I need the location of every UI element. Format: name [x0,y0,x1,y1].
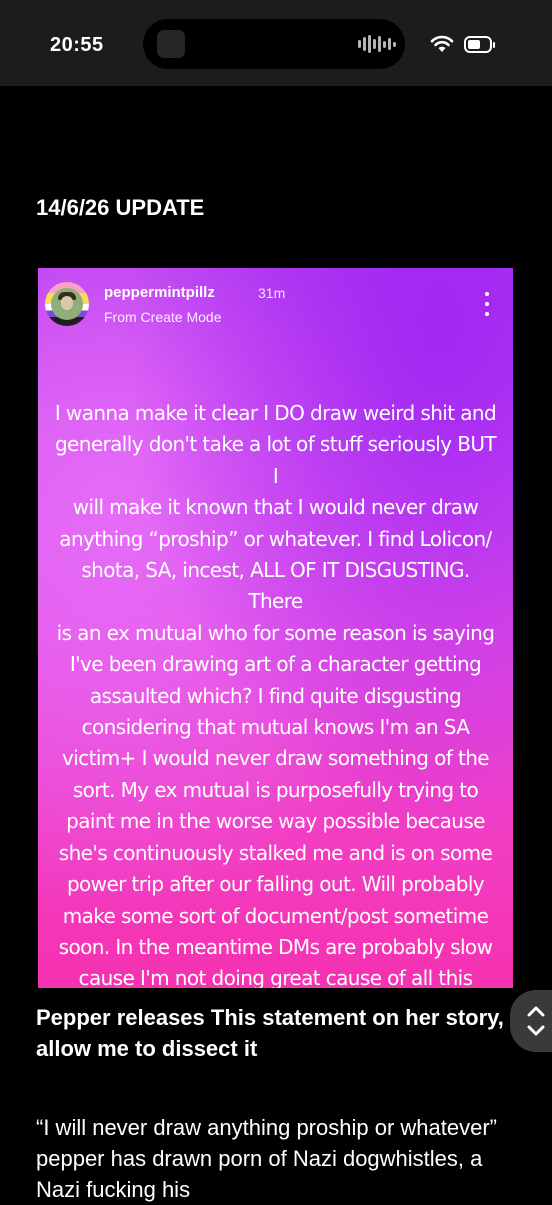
post-headline: 14/6/26 UPDATE [36,195,205,220]
scroll-navigation-button[interactable] [510,990,552,1052]
story-username: peppermintpillz [104,284,215,301]
wifi-icon [430,35,454,52]
audio-waveform-icon [358,34,396,54]
story-time-ago: 31m [258,285,286,301]
battery-level [468,40,480,49]
story-screenshot: peppermintpillz 31m From Create Mode I w… [38,268,513,988]
story-statement-text: I wanna make it clear I DO draw weird sh… [54,401,497,988]
battery-icon [464,36,495,53]
status-time: 20:55 [50,34,104,56]
chevron-up-down-icon[interactable] [524,1002,548,1040]
status-bar: 20:55 [0,0,552,86]
more-options-icon [482,292,492,316]
story-mode: From Create Mode [104,309,222,325]
camera-icon [157,30,185,58]
avatar [45,282,89,326]
post-subheading: Pepper releases This statement on her st… [36,1005,504,1061]
post-body-text: “I will never draw anything proship or w… [36,1115,497,1202]
dynamic-island [143,19,405,69]
